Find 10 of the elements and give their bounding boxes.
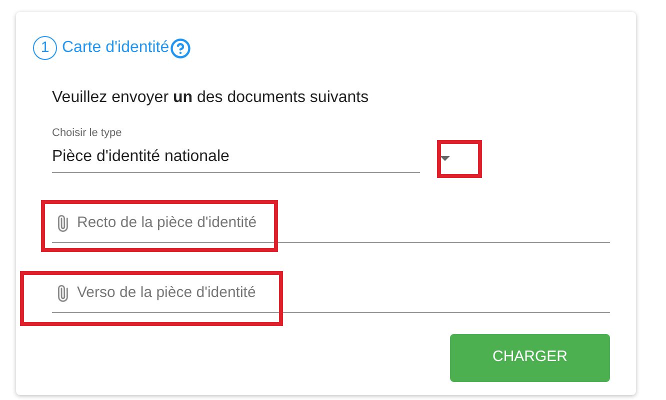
caret-icon	[440, 156, 450, 160]
instruction-text: Veuillez envoyer un des documents suivants	[52, 88, 370, 108]
help-icon[interactable]	[170, 38, 192, 58]
type-select[interactable]: Choisir le type Pièce d'identité nationale	[52, 125, 470, 172]
step-title: Carte d'identité	[62, 38, 170, 58]
file-field[interactable]: Recto de la pièce d'identité	[52, 206, 610, 242]
step-number: 1	[33, 36, 57, 60]
file-field[interactable]: Verso de la pièce d'identité	[52, 276, 610, 312]
file-input[interactable]: Recto de la pièce d'identité	[77, 212, 377, 235]
file-input[interactable]: Verso de la pièce d'identité	[77, 282, 377, 305]
